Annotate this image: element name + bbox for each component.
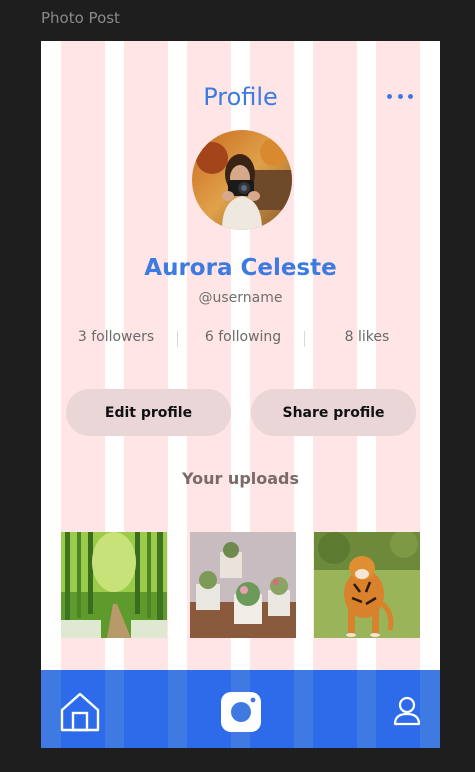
upload-thumbnail-bamboo[interactable] xyxy=(61,532,167,638)
more-options-icon[interactable] xyxy=(387,87,413,105)
likes-count[interactable]: 8 likes xyxy=(313,329,421,345)
following-count[interactable]: 6 following xyxy=(188,329,298,345)
camera-icon[interactable] xyxy=(220,691,262,733)
stat-divider xyxy=(304,331,305,347)
upload-thumbnail-succulents[interactable] xyxy=(190,532,296,638)
profile-handle: @username xyxy=(198,290,283,306)
avatar xyxy=(192,130,292,230)
page-title: Profile xyxy=(203,83,278,111)
user-icon[interactable] xyxy=(393,696,421,726)
share-profile-button[interactable]: Share profile xyxy=(251,389,416,436)
upload-thumbnail-tiger[interactable] xyxy=(314,532,420,638)
phone-frame: Profile Aurora Celeste @username 3 follo… xyxy=(41,41,440,748)
home-icon[interactable] xyxy=(59,691,101,733)
profile-stats: 3 followers 6 following 8 likes xyxy=(41,329,440,349)
profile-name: Aurora Celeste xyxy=(144,255,337,281)
followers-count[interactable]: 3 followers xyxy=(61,329,171,345)
stat-divider xyxy=(177,331,178,347)
uploads-heading: Your uploads xyxy=(181,469,300,488)
frame-label: Photo Post xyxy=(41,9,120,27)
edit-profile-button[interactable]: Edit profile xyxy=(66,389,231,436)
